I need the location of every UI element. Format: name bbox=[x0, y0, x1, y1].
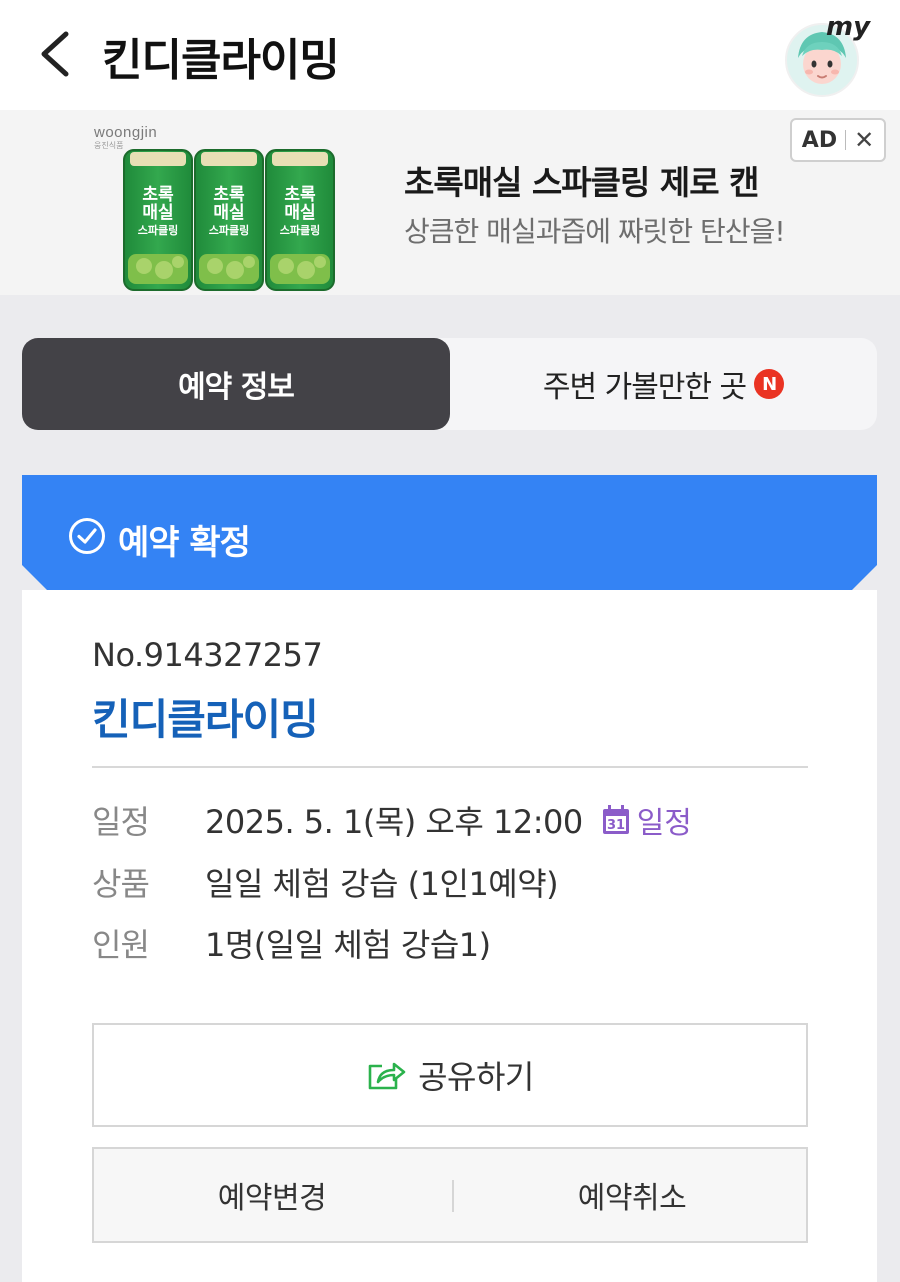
product-label: 상품 bbox=[92, 865, 150, 903]
divider bbox=[92, 766, 808, 768]
venue-name[interactable]: 킨디클라이밍 bbox=[92, 686, 319, 747]
ad-brand-logo: woongjin bbox=[94, 124, 158, 141]
tab-booking-info[interactable]: 예약 정보 bbox=[22, 338, 450, 430]
change-booking-button[interactable]: 예약변경 bbox=[94, 1149, 450, 1241]
my-label: my bbox=[826, 12, 871, 42]
cancel-booking-label: 예약취소 bbox=[577, 1181, 687, 1216]
new-badge: N bbox=[754, 369, 785, 399]
ad-close-icon[interactable]: ✕ bbox=[854, 126, 874, 154]
info-row-schedule: 일정 2025. 5. 1(목) 오후 12:00 31 일정 bbox=[92, 798, 692, 842]
ad-headline: 초록매실 스파클링 제로 캔 bbox=[404, 163, 759, 202]
check-circle-icon bbox=[69, 518, 105, 554]
share-button[interactable]: 공유하기 bbox=[92, 1023, 808, 1127]
ad-badge-divider bbox=[845, 130, 847, 150]
tab-bar: 예약 정보 주변 가볼만한 곳 N bbox=[22, 338, 877, 430]
info-row-people: 인원 1명(일일 체험 강습1) bbox=[92, 921, 491, 965]
tab-nearby-places-label: 주변 가볼만한 곳 bbox=[542, 370, 747, 405]
status-banner: 예약 확정 bbox=[22, 475, 877, 590]
cancel-booking-button[interactable]: 예약취소 bbox=[454, 1149, 810, 1241]
page-title: 킨디클라이밍 bbox=[102, 35, 340, 86]
ad-badge[interactable]: AD ✕ bbox=[790, 118, 886, 162]
share-label: 공유하기 bbox=[418, 1058, 534, 1096]
chevron-left-icon bbox=[41, 31, 69, 77]
people-value: 1명(일일 체험 강습1) bbox=[205, 926, 491, 964]
calendar-link-label: 일정 bbox=[636, 806, 692, 841]
ad-banner[interactable]: woongjin 웅진식품 초록 매실 스파클링 초록 매실 스파클링 초록 매… bbox=[0, 110, 900, 295]
my-profile-button[interactable]: my bbox=[782, 12, 871, 98]
schedule-value: 2025. 5. 1(목) 오후 12:00 bbox=[205, 803, 583, 841]
booking-card: No.914327257 킨디클라이밍 일정 2025. 5. 1(목) 오후 … bbox=[22, 590, 877, 1282]
change-booking-label: 예약변경 bbox=[217, 1181, 327, 1216]
action-row: 예약변경 예약취소 bbox=[92, 1147, 808, 1243]
tab-booking-info-label: 예약 정보 bbox=[178, 370, 295, 405]
status-label: 예약 확정 bbox=[118, 523, 251, 563]
svg-text:31: 31 bbox=[607, 818, 625, 833]
ad-brand-sub: 웅진식품 bbox=[94, 141, 124, 150]
tab-nearby-places[interactable]: 주변 가볼만한 곳 N bbox=[450, 338, 877, 430]
calendar-icon: 31 bbox=[602, 805, 629, 834]
ad-product-image: 초록 매실 스파클링 초록 매실 스파클링 초록 매실 스파클링 bbox=[122, 146, 336, 294]
info-row-product: 상품 일일 체험 강습 (1인1예약) bbox=[92, 860, 559, 904]
ad-subline: 상큼한 매실과즙에 짜릿한 탄산을! bbox=[404, 215, 786, 248]
top-header: 킨디클라이밍 my bbox=[0, 0, 900, 110]
ad-label: AD bbox=[801, 127, 838, 153]
share-icon bbox=[368, 1062, 406, 1090]
schedule-label: 일정 bbox=[92, 803, 150, 841]
people-label: 인원 bbox=[92, 926, 150, 964]
add-to-calendar-link[interactable]: 31 일정 bbox=[601, 798, 692, 842]
booking-number: No.914327257 bbox=[92, 636, 323, 674]
product-value: 일일 체험 강습 (1인1예약) bbox=[205, 865, 559, 903]
back-button[interactable] bbox=[34, 26, 78, 82]
